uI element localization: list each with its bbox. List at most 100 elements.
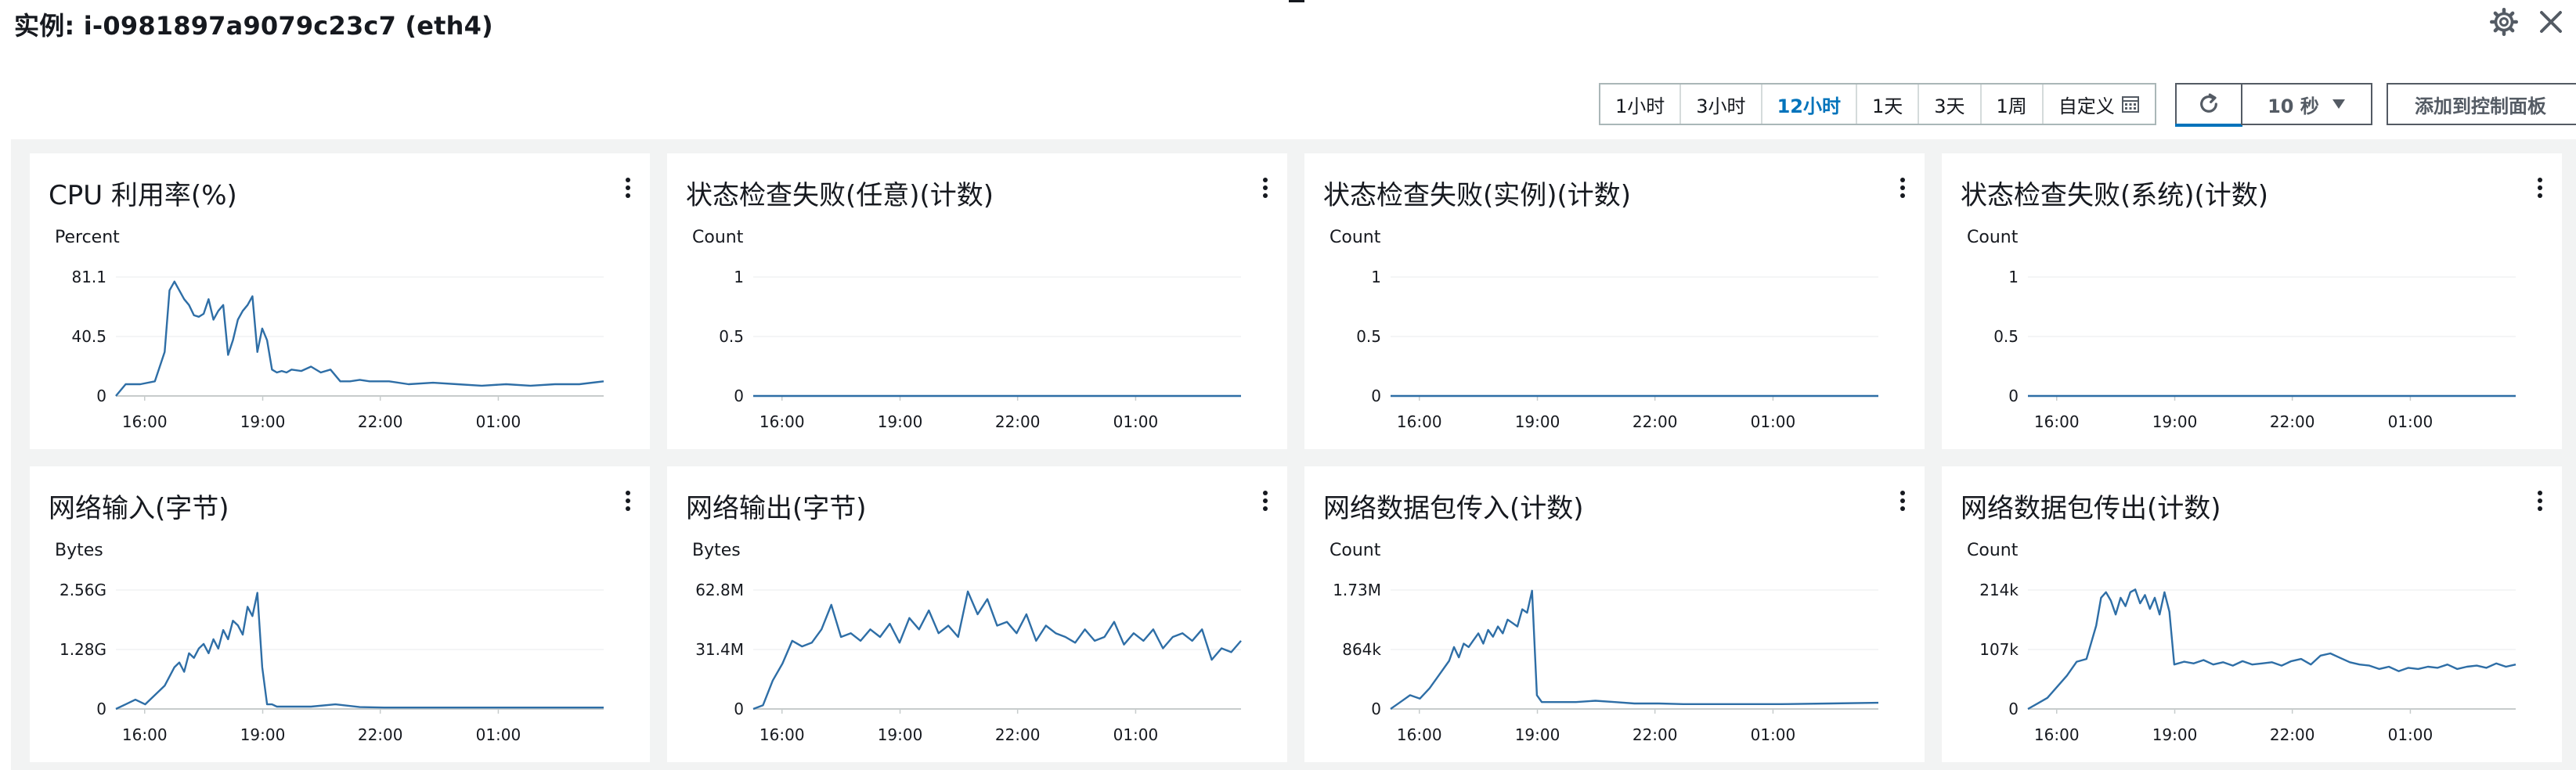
metric-widget[interactable]: 网络数据包传入(计数) Count 1.73M 864k 0 16:00 19:00 22:0… <box>1304 466 1925 762</box>
calendar-icon <box>2121 96 2139 113</box>
x-tick-label: 22:00 <box>1633 725 1678 744</box>
x-tick-label: 19:00 <box>1515 412 1560 431</box>
x-tick-label: 16:00 <box>1397 412 1442 431</box>
y-axis-unit: Bytes <box>55 541 103 560</box>
y-tick-label: 0 <box>734 387 744 405</box>
y-tick-label: 0 <box>96 387 106 405</box>
page-title: 实例: i-0981897a9079c23c7 (eth4) <box>14 11 493 41</box>
range-custom[interactable]: 自定义 <box>2044 85 2155 124</box>
range-3d[interactable]: 3天 <box>1919 85 1979 124</box>
y-tick-label: 214k <box>1979 581 2019 599</box>
x-tick-label: 16:00 <box>122 412 168 431</box>
y-tick-label: 81.1 <box>71 268 106 286</box>
x-tick-label: 01:00 <box>476 725 521 744</box>
range-12h[interactable]: 12小时 <box>1762 85 1856 124</box>
metric-widget[interactable]: 状态检查失败(系统)(计数) Count 1 0.5 0 16:00 19:00 22:00 0… <box>1942 153 2562 449</box>
x-tick-label: 19:00 <box>1515 725 1560 744</box>
y-tick-label: 0 <box>1371 700 1381 718</box>
refresh-active-indicator <box>2175 124 2242 127</box>
x-tick-label: 19:00 <box>878 412 923 431</box>
y-tick-label: 1.28G <box>60 640 106 659</box>
line-chart: Percent 81.1 40.5 0 16:00 19:00 22:00 01:00 <box>55 228 604 431</box>
y-axis-unit: Percent <box>55 228 120 247</box>
y-tick-label: 1 <box>734 268 744 286</box>
x-tick-label: 16:00 <box>759 725 805 744</box>
line-chart: Count 1.73M 864k 0 16:00 19:00 22:00 01:00 <box>1329 541 1879 744</box>
range-1d[interactable]: 1天 <box>1857 85 1918 124</box>
x-tick-label: 16:00 <box>1397 725 1442 744</box>
x-tick-label: 01:00 <box>476 412 521 431</box>
y-tick-label: 1 <box>1371 268 1381 286</box>
y-axis-unit: Count <box>1967 228 2019 247</box>
metric-widget[interactable]: 网络数据包传出(计数) Count 214k 107k 0 16:00 19:00 22:00… <box>1942 466 2562 762</box>
refresh-interval-dropdown[interactable]: 10 秒 <box>2241 83 2372 125</box>
range-1w[interactable]: 1周 <box>1982 85 2042 124</box>
x-tick-label: 19:00 <box>878 725 923 744</box>
y-tick-label: 0 <box>2008 387 2019 405</box>
y-axis-unit: Count <box>1967 541 2019 560</box>
metric-widget[interactable]: 状态检查失败(任意)(计数) Count 1 0.5 0 16:00 19:00 22:00 0… <box>667 153 1287 449</box>
y-tick-label: 864k <box>1342 640 1381 659</box>
y-tick-label: 62.8M <box>695 581 744 599</box>
metric-widget[interactable]: 网络输出(字节) Bytes 62.8M 31.4M 0 16:00 19:00 22:00 0… <box>667 466 1287 762</box>
y-tick-label: 0 <box>96 700 106 718</box>
x-tick-label: 19:00 <box>2152 725 2198 744</box>
x-tick-label: 01:00 <box>1751 412 1796 431</box>
x-tick-label: 16:00 <box>2034 412 2080 431</box>
series-line[interactable] <box>115 592 604 711</box>
line-chart: Bytes 62.8M 31.4M 0 16:00 19:00 22:00 01:00 <box>692 541 1242 744</box>
range-3h[interactable]: 3小时 <box>1681 85 1760 124</box>
range-1h[interactable]: 1小时 <box>1600 85 1679 124</box>
metric-widget[interactable]: 网络输入(字节) Bytes 2.56G 1.28G 0 16:00 19:00 22:00 0… <box>30 466 650 762</box>
line-chart: Count 214k 107k 0 16:00 19:00 22:00 01:00 <box>1967 541 2516 744</box>
drag-handle[interactable] <box>1289 0 1304 2</box>
y-tick-label: 0 <box>734 700 744 718</box>
y-tick-label: 2.56G <box>60 581 106 599</box>
add-to-dashboard-button[interactable]: 添加到控制面板 <box>2387 83 2576 125</box>
time-range-selector: 1小时 3小时 12小时 1天 3天 1周 自定义 <box>1599 83 2156 125</box>
metric-widget[interactable]: CPU 利用率(%) Percent 81.1 40.5 0 16:00 19:00 22:0… <box>30 153 650 449</box>
interval-label: 10 秒 <box>2268 95 2319 117</box>
y-tick-label: 0 <box>2008 700 2019 718</box>
y-tick-label: 1 <box>2008 268 2019 286</box>
y-tick-label: 0 <box>1371 387 1381 405</box>
y-tick-label: 107k <box>1979 640 2019 659</box>
y-axis-unit: Bytes <box>692 541 741 560</box>
x-tick-label: 01:00 <box>2388 725 2433 744</box>
refresh-button[interactable] <box>2175 83 2242 125</box>
y-tick-label: 1.73M <box>1333 581 1381 599</box>
line-chart: Count 1 0.5 0 16:00 19:00 22:00 01:00 <box>692 228 1241 431</box>
x-tick-label: 01:00 <box>2388 412 2433 431</box>
x-tick-label: 01:00 <box>1113 725 1159 744</box>
close-icon[interactable] <box>2537 8 2565 36</box>
x-tick-label: 19:00 <box>240 412 286 431</box>
x-tick-label: 01:00 <box>1751 725 1796 744</box>
y-axis-unit: Count <box>1329 541 1381 560</box>
metric-widget[interactable]: 状态检查失败(实例)(计数) Count 1 0.5 0 16:00 19:00 22:00 0… <box>1304 153 1925 449</box>
y-axis-unit: Count <box>1329 228 1381 247</box>
x-tick-label: 22:00 <box>2270 725 2315 744</box>
x-tick-label: 16:00 <box>759 412 805 431</box>
series-line[interactable] <box>115 280 604 397</box>
y-tick-label: 0.5 <box>719 327 744 346</box>
y-tick-label: 0.5 <box>1356 327 1381 346</box>
line-chart: Count 1 0.5 0 16:00 19:00 22:00 01:00 <box>1329 228 1878 431</box>
line-chart: Bytes 2.56G 1.28G 0 16:00 19:00 22:00 01:00 <box>55 541 604 744</box>
refresh-icon <box>2200 93 2217 113</box>
x-tick-label: 22:00 <box>1633 412 1678 431</box>
x-tick-label: 16:00 <box>122 725 168 744</box>
line-chart: Count 1 0.5 0 16:00 19:00 22:00 01:00 <box>1967 228 2516 431</box>
gear-icon[interactable] <box>2490 8 2518 36</box>
y-tick-label: 0.5 <box>1993 327 2019 346</box>
caret-down-icon <box>2332 99 2345 109</box>
x-tick-label: 22:00 <box>358 412 403 431</box>
x-tick-label: 22:00 <box>2270 412 2315 431</box>
y-tick-label: 40.5 <box>71 327 106 346</box>
x-tick-label: 22:00 <box>995 412 1041 431</box>
y-axis-unit: Count <box>692 228 744 247</box>
series-line[interactable] <box>752 590 1242 711</box>
x-tick-label: 16:00 <box>2034 725 2080 744</box>
y-tick-label: 31.4M <box>695 640 744 659</box>
x-tick-label: 19:00 <box>240 725 286 744</box>
range-custom-label: 自定义 <box>2058 95 2115 117</box>
